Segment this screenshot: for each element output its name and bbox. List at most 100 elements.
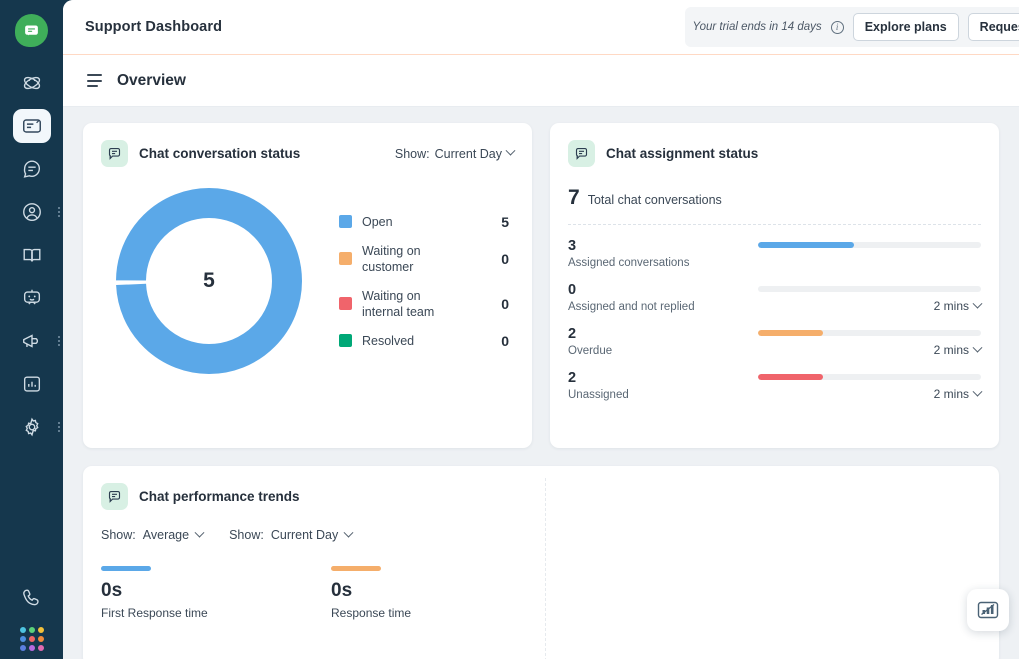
analytics-widget-button[interactable]: [967, 589, 1009, 631]
main-area: Support Dashboard Your trial ends in 14 …: [63, 0, 1019, 659]
card-header: Chat assignment status: [568, 140, 981, 167]
chat-leaf-logo-icon: [15, 13, 48, 47]
sidebar-item-knowledge[interactable]: [13, 238, 51, 272]
legend-value: 0: [501, 295, 509, 312]
legend-label: Resolved: [362, 333, 415, 348]
contact-icon: [22, 203, 41, 221]
sidebar-item-phone[interactable]: [13, 581, 51, 615]
cards-row-2: Chat performance trends Show: Average Sh…: [83, 466, 999, 659]
hamburger-icon[interactable]: [87, 74, 102, 87]
stat-label: Response time: [331, 606, 412, 620]
analytics-chart-icon: [977, 601, 999, 619]
card-header: Chat conversation status Show: Current D…: [101, 140, 516, 167]
duration-dropdown[interactable]: 2 mins: [758, 342, 983, 357]
legend-value: 5: [501, 213, 509, 230]
metric-row: 2 Overdue 2 mins: [568, 326, 983, 357]
chat-bubble-icon: [101, 483, 128, 510]
atom-icon: [23, 76, 40, 90]
sidebar-overflow-dots[interactable]: [57, 207, 60, 217]
sidebar-item-settings[interactable]: [13, 410, 60, 444]
duration-value: 2 mins: [933, 299, 969, 313]
stat-label: First Response time: [101, 606, 208, 620]
metric-row: 3 Assigned conversations: [568, 238, 981, 269]
period-dropdown[interactable]: Show: Current Day: [229, 527, 354, 542]
card-title-wrap: Chat performance trends: [101, 483, 981, 510]
sidebar-item-campaigns[interactable]: [13, 324, 60, 358]
progress-fill: [758, 330, 823, 336]
sidebar-item-reports[interactable]: [13, 367, 51, 401]
legend-value: 0: [501, 250, 509, 267]
bot-icon: [23, 289, 40, 305]
trend-stats: 0s First Response time 0s Response time: [101, 566, 981, 620]
duration-dropdown[interactable]: 2 mins: [758, 298, 983, 313]
trial-banner: Your trial ends in 14 days i Explore pla…: [684, 7, 1019, 47]
filter-prefix: Show:: [229, 528, 264, 542]
info-icon[interactable]: i: [830, 20, 844, 34]
legend-item: Resolved 0: [339, 333, 509, 349]
sidebar-item-bots[interactable]: [13, 281, 51, 315]
sidebar-bottom: [0, 581, 63, 659]
chevron-down-icon: [343, 527, 354, 538]
apps-grid-icon[interactable]: [19, 627, 44, 651]
stat-color-bar: [101, 566, 151, 571]
metric-row: 0 Assigned and not replied 2 mins: [568, 282, 983, 313]
duration-value: 2 mins: [933, 343, 969, 357]
show-value: Current Day: [434, 146, 502, 161]
sidebar-item-contacts[interactable]: [13, 195, 60, 229]
metric-value: 2: [568, 370, 577, 386]
legend-item: Open 5: [339, 214, 509, 230]
card-title: Chat performance trends: [139, 489, 300, 504]
gear-icon: [24, 417, 39, 437]
legend-label: Open: [362, 214, 393, 229]
sidebar-item-inbox[interactable]: [12, 109, 51, 143]
top-bar: Support Dashboard Your trial ends in 14 …: [63, 0, 1019, 55]
card-title: Chat conversation status: [139, 146, 301, 161]
request-button[interactable]: Request: [967, 13, 1019, 41]
donut-legend: Open 5 Waiting on customer 0 Waiting on …: [339, 214, 509, 349]
legend-label: Waiting on internal team: [362, 288, 435, 319]
sidebar-item-messages[interactable]: [13, 152, 51, 186]
metric-row: 2 Unassigned 2 mins: [568, 370, 983, 401]
donut-area: 5 Open 5 Waiting on customer 0 Waiting o…: [101, 181, 514, 381]
total-label: Total chat conversations: [587, 193, 722, 207]
duration-dropdown[interactable]: 2 mins: [758, 386, 983, 401]
sidebar-overflow-dots[interactable]: [57, 336, 60, 346]
stat-value: 0s: [331, 580, 353, 601]
conversation-period-dropdown[interactable]: Show: Current Day: [395, 145, 516, 161]
metric-label: Assigned and not replied: [568, 301, 695, 313]
metric-left: 0 Assigned and not replied: [568, 282, 758, 313]
chat-bubble-icon: [101, 140, 128, 167]
chevron-down-icon: [972, 342, 983, 353]
donut-center-value: 5: [203, 269, 215, 292]
sidebar-overflow-dots[interactable]: [57, 422, 60, 432]
total-conversations: 7 Total chat conversations: [568, 186, 981, 210]
card-title-wrap: Chat conversation status: [101, 140, 300, 167]
sidebar-item-atom[interactable]: [13, 66, 51, 100]
donut-chart: 5: [109, 181, 309, 381]
legend-item: Waiting on customer 0: [339, 243, 509, 275]
progress-bar: [758, 286, 981, 292]
chevron-down-icon: [505, 145, 516, 156]
progress-fill: [758, 242, 854, 248]
inbox-card-icon: [22, 119, 41, 133]
progress-bar: [758, 374, 981, 380]
duration-value: 2 mins: [933, 387, 969, 401]
chat-bubble-icon: [568, 140, 595, 167]
metric-left: 2 Unassigned: [568, 370, 758, 401]
chevron-down-icon: [972, 298, 983, 309]
aggregation-dropdown[interactable]: Show: Average: [101, 527, 205, 542]
stat-response-time: 0s Response time: [331, 566, 481, 620]
metric-value: 0: [568, 282, 577, 298]
explore-plans-button[interactable]: Explore plans: [852, 13, 959, 41]
book-icon: [23, 248, 40, 262]
filter-value: Average: [142, 528, 190, 542]
progress-bar: [758, 330, 981, 336]
total-value: 7: [568, 186, 580, 209]
app-logo[interactable]: [14, 12, 50, 48]
chart-icon: [23, 376, 40, 392]
legend-swatch-resolved: [339, 334, 352, 347]
stat-first-response-time: 0s First Response time: [101, 566, 251, 620]
filter-prefix: Show:: [101, 528, 136, 542]
cards-row-1: Chat conversation status Show: Current D…: [83, 123, 999, 448]
metric-value: 2: [568, 326, 577, 342]
